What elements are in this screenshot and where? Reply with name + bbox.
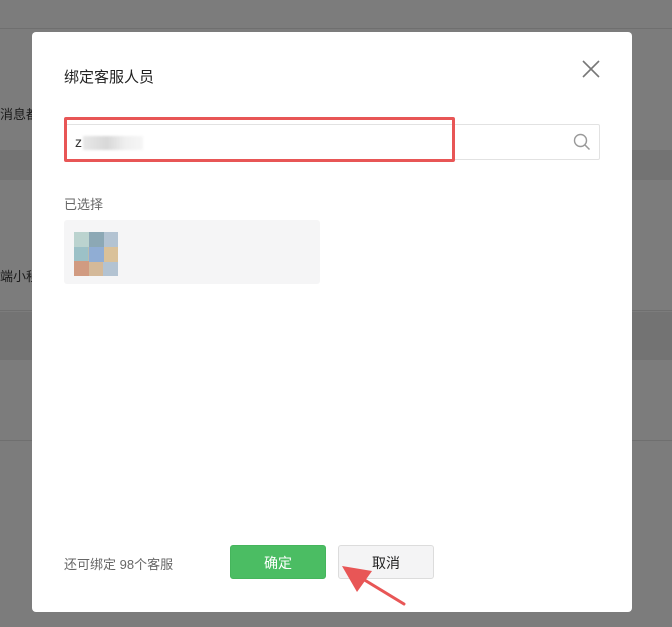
bind-service-dialog: 绑定客服人员 已选择 还可绑定 98个客服 确定 取消	[32, 32, 632, 612]
search-icon[interactable]	[573, 133, 591, 151]
cancel-button[interactable]: 取消	[338, 545, 434, 579]
search-value-blur	[83, 136, 143, 150]
close-icon	[582, 60, 600, 78]
close-button[interactable]	[578, 56, 604, 82]
search-box	[64, 124, 600, 160]
avatar	[74, 232, 118, 276]
confirm-button[interactable]: 确定	[230, 545, 326, 579]
selected-label: 已选择	[64, 197, 104, 212]
dialog-title: 绑定客服人员	[64, 69, 155, 86]
selected-member-card[interactable]	[64, 220, 320, 284]
search-input[interactable]	[75, 125, 555, 159]
quota-text: 还可绑定 98个客服	[64, 557, 174, 572]
background-divider	[0, 28, 672, 29]
